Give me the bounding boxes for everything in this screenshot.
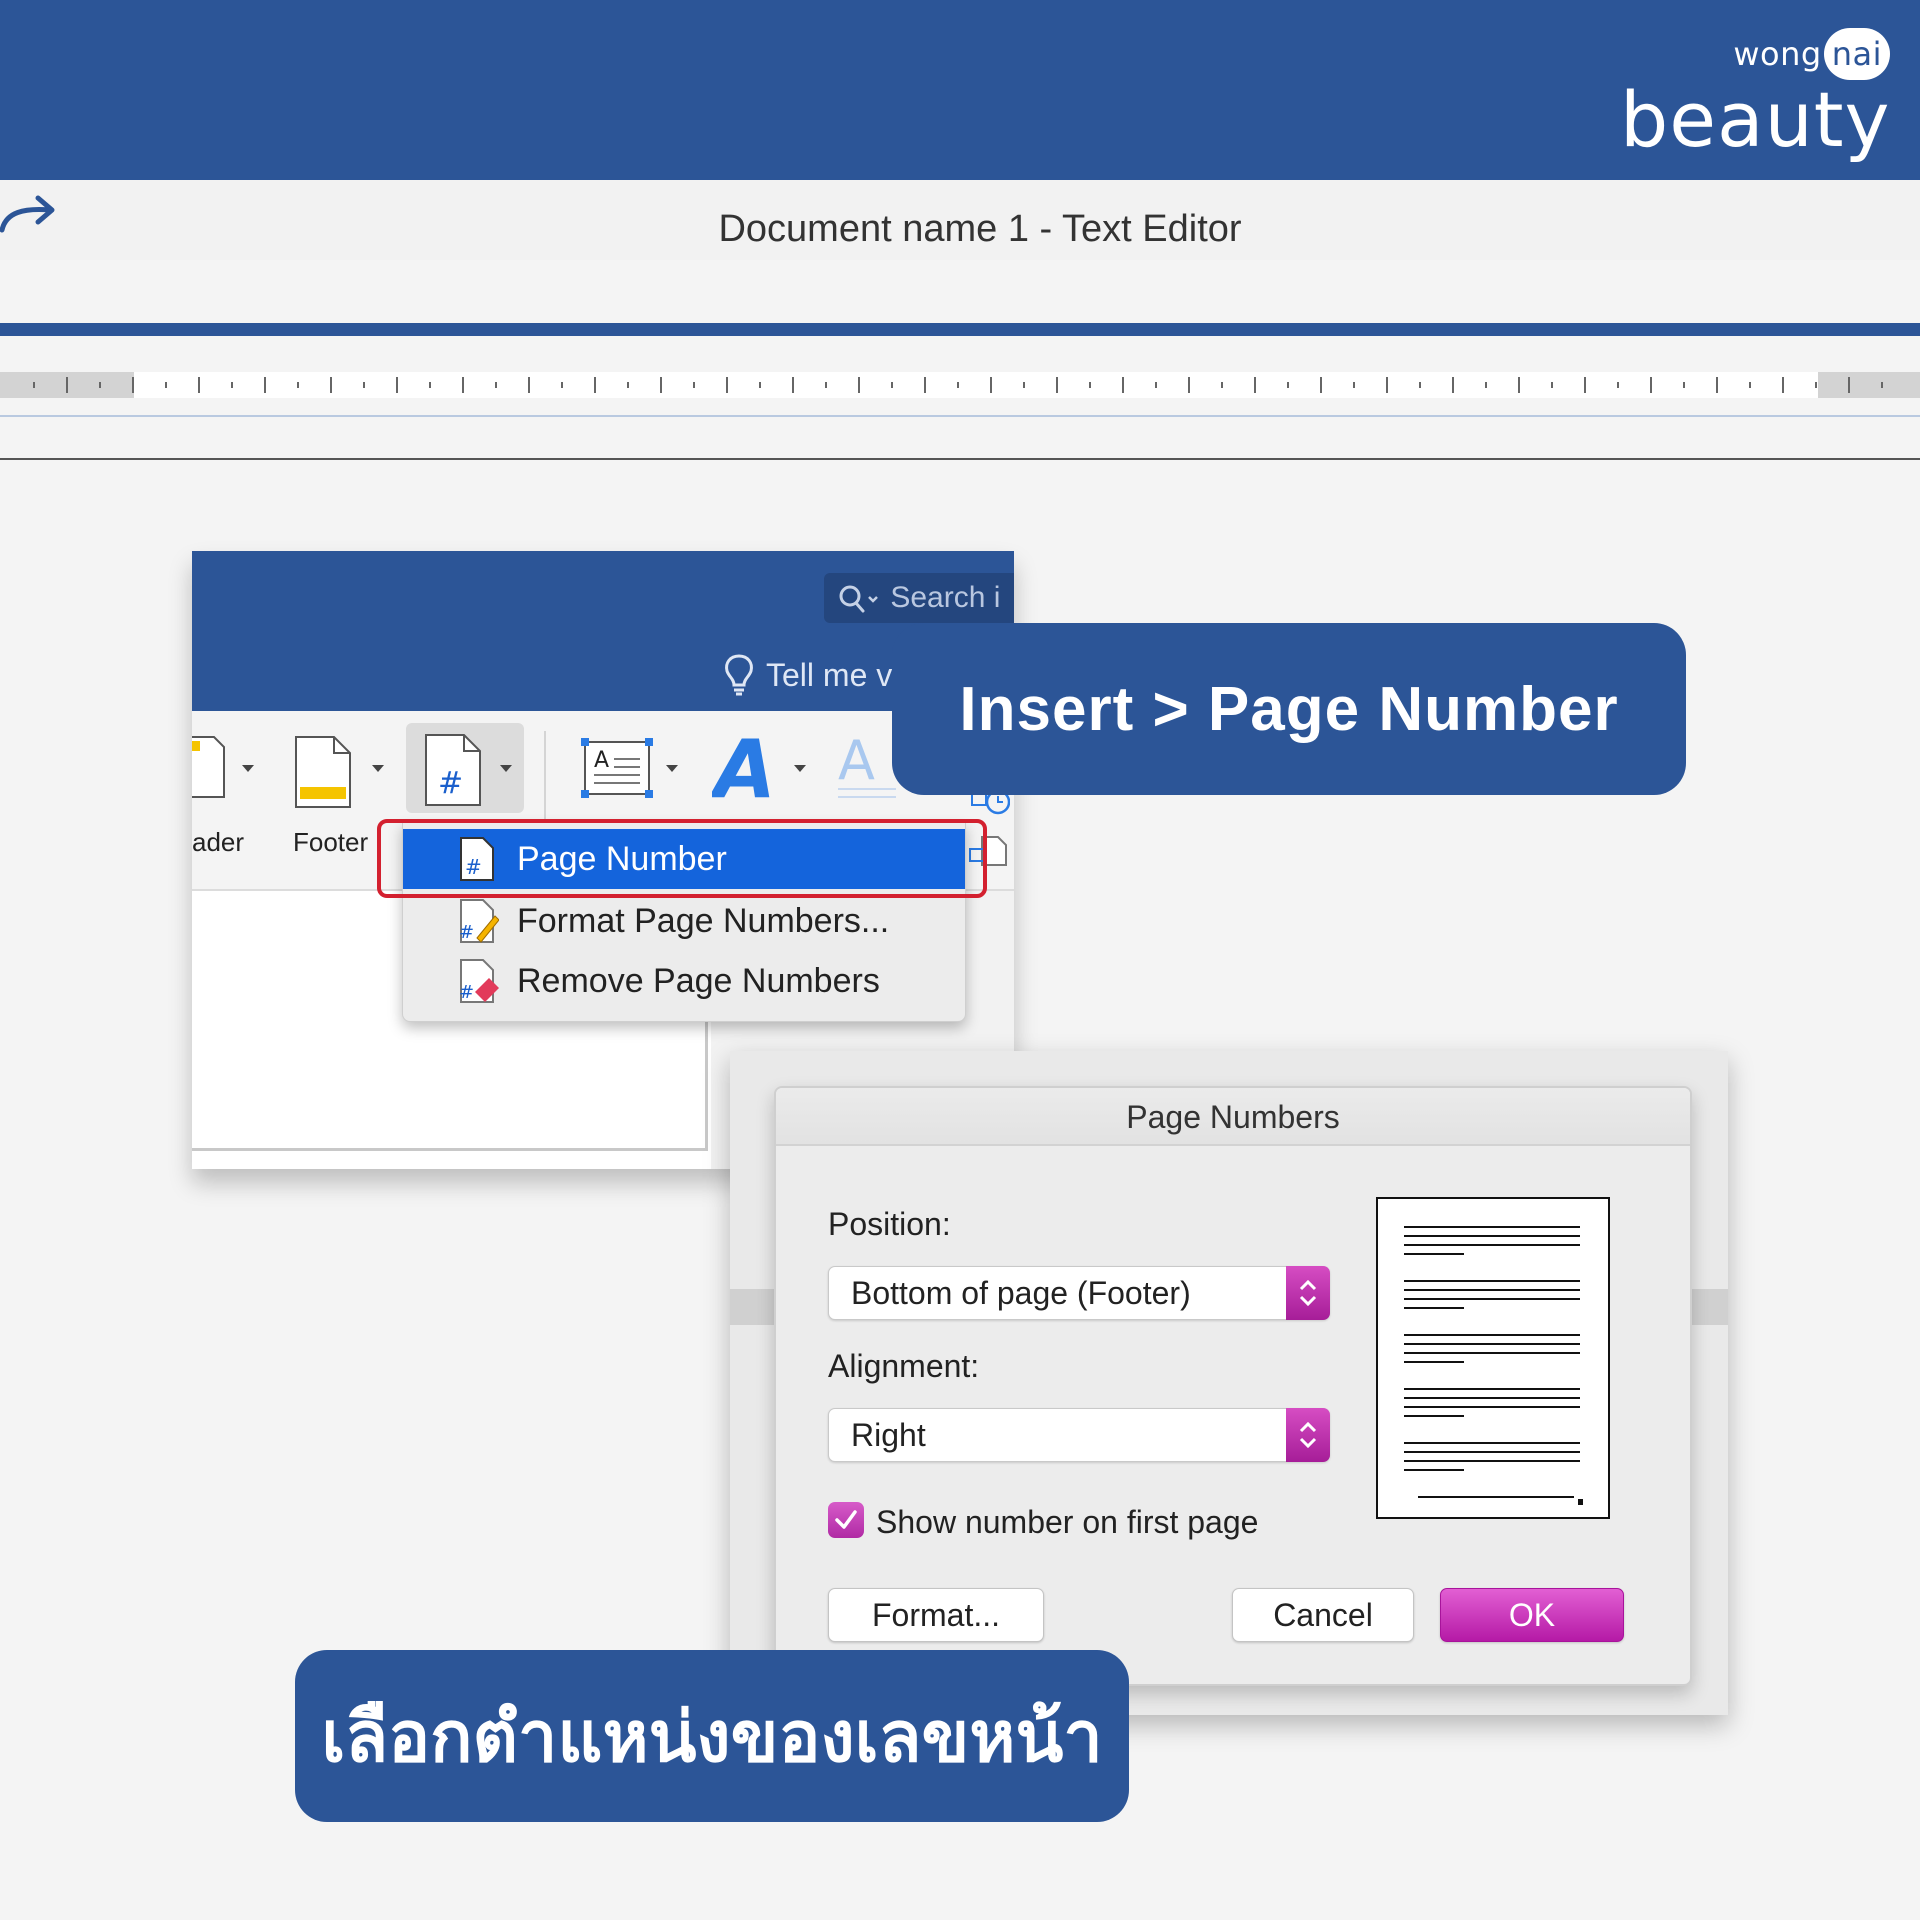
svg-text:A: A — [712, 727, 772, 807]
ok-button[interactable]: OK — [1440, 1588, 1624, 1642]
ruler-divider — [0, 415, 1920, 417]
brand-bar: wong nai beauty — [0, 0, 1920, 180]
page-number-dropdown-caret[interactable] — [500, 765, 512, 772]
page-numbers-dialog: Page Numbers Position: Bottom of page (F… — [774, 1086, 1692, 1686]
wordart-icon[interactable]: A — [712, 727, 772, 807]
menu-item-remove-page-numbers[interactable]: # Remove Page Numbers — [403, 951, 965, 1011]
ribbon-header: Search i Tell me v — [192, 551, 1014, 711]
first-page-checkbox[interactable] — [828, 1502, 864, 1538]
svg-text:#: # — [438, 766, 463, 801]
svg-text:#: # — [459, 922, 474, 943]
dialog-screenshot: Page Numbers Position: Bottom of page (F… — [730, 1051, 1728, 1715]
logo-prefix: wong — [1733, 35, 1822, 73]
position-label: Position: — [828, 1206, 951, 1242]
window-edge-right — [1692, 1289, 1728, 1325]
alignment-stepper[interactable] — [1286, 1408, 1330, 1462]
ruler[interactable] — [0, 372, 1920, 398]
menu-item-format-page-numbers[interactable]: # Format Page Numbers... — [403, 891, 965, 951]
tell-me-box[interactable]: Tell me v — [722, 653, 892, 697]
logo-bubble: nai — [1823, 28, 1890, 80]
drop-cap-icon[interactable]: A — [836, 727, 896, 807]
search-icon — [839, 585, 878, 613]
header-label: ader — [192, 827, 245, 857]
menu-item-label: Format Page Numbers... — [517, 901, 890, 940]
wongnai-beauty-logo: wong nai beauty — [1620, 28, 1890, 168]
position-stepper[interactable] — [1286, 1266, 1330, 1320]
format-button[interactable]: Format... — [828, 1588, 1044, 1642]
alignment-value: Right — [851, 1417, 926, 1453]
svg-text:A: A — [594, 748, 609, 773]
footer-dropdown-caret[interactable] — [372, 765, 384, 772]
up-down-chevron-icon — [1299, 1279, 1317, 1307]
footer-label: Footer — [293, 827, 369, 857]
search-placeholder: Search i — [890, 581, 1001, 614]
header-dropdown-caret[interactable] — [242, 765, 254, 772]
preview-page-number-mark — [1578, 1499, 1583, 1505]
page-number-button[interactable]: # — [406, 723, 524, 813]
ruler-ticks — [33, 377, 1883, 393]
svg-text:A: A — [838, 729, 875, 792]
window-edge-left — [730, 1289, 774, 1325]
dialog-title: Page Numbers — [776, 1088, 1690, 1146]
header-icon[interactable] — [192, 735, 226, 799]
alignment-label: Alignment: — [828, 1348, 980, 1384]
wordart-dropdown-caret[interactable] — [794, 765, 806, 772]
document-title-bar: Document name 1 - Text Editor — [0, 180, 1920, 260]
callout-choose-position: เลือกตำแหน่งของเลขหน้า — [295, 1650, 1129, 1822]
lightbulb-icon — [725, 654, 753, 696]
up-down-chevron-icon — [1299, 1421, 1317, 1449]
logo-wordmark: wong nai — [1733, 28, 1890, 80]
footer-icon[interactable] — [294, 735, 352, 809]
page-top-edge — [0, 458, 1920, 460]
position-value: Bottom of page (Footer) — [851, 1275, 1191, 1311]
menu-item-label: Remove Page Numbers — [517, 961, 880, 1000]
logo-name: beauty — [1620, 75, 1891, 164]
svg-text:#: # — [459, 982, 474, 1003]
first-page-checkbox-label[interactable]: Show number on first page — [876, 1504, 1258, 1541]
ribbon-divider — [0, 323, 1920, 336]
checkmark-icon — [835, 1510, 857, 1529]
text-box-dropdown-caret[interactable] — [666, 765, 678, 772]
format-page-numbers-icon: # — [459, 899, 499, 943]
position-select[interactable]: Bottom of page (Footer) — [828, 1266, 1330, 1320]
cancel-button[interactable]: Cancel — [1232, 1588, 1414, 1642]
text-box-icon[interactable]: A — [580, 737, 654, 799]
document-title: Document name 1 - Text Editor — [718, 208, 1242, 250]
alignment-select[interactable]: Right — [828, 1408, 1330, 1462]
tell-me-label: Tell me v — [766, 656, 893, 693]
ribbon-separator — [544, 731, 546, 827]
highlight-page-number — [377, 819, 987, 898]
search-box[interactable]: Search i — [824, 573, 1014, 623]
callout-insert-page-number: Insert > Page Number — [892, 623, 1686, 795]
page-number-icon: # — [425, 734, 481, 806]
preview-text-lines — [1404, 1226, 1583, 1505]
remove-page-numbers-icon: # — [459, 959, 499, 1003]
page-preview — [1376, 1197, 1610, 1519]
